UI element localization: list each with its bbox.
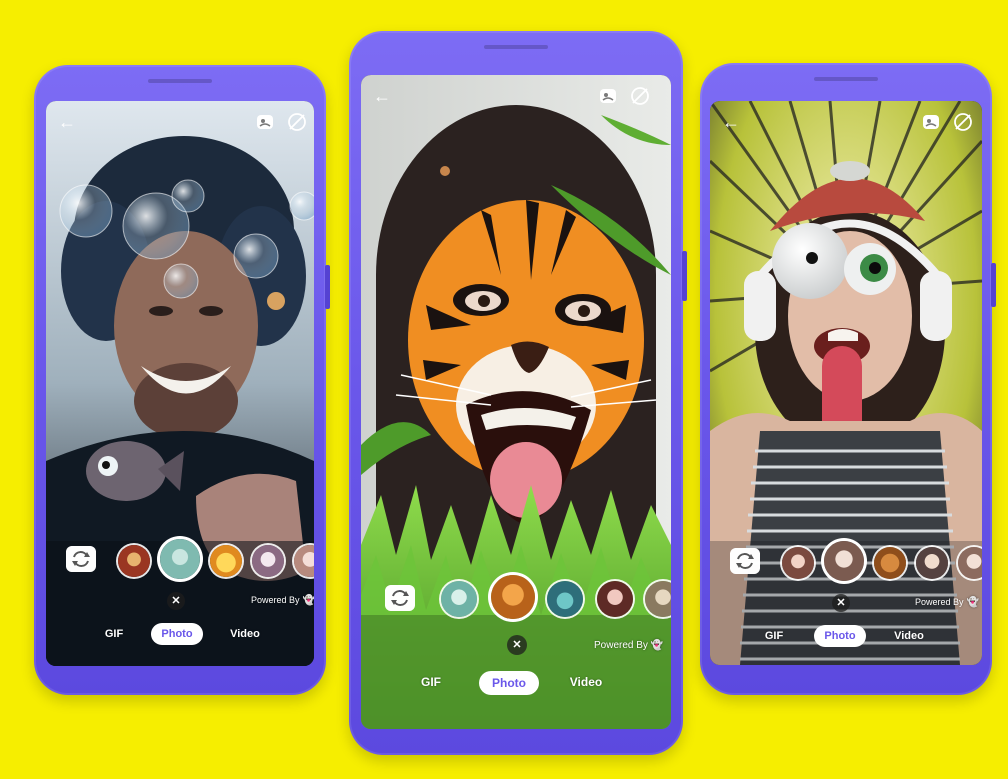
camera-screen-center: ← ✕ Powered By 👻 GIF Photo Video bbox=[361, 75, 671, 729]
camera-top-bar: ← bbox=[361, 75, 671, 115]
powered-by-text: Powered By bbox=[594, 640, 648, 651]
lens-option[interactable] bbox=[118, 545, 150, 577]
camera-preview-tiger-lens bbox=[361, 75, 671, 729]
mode-video[interactable]: Video bbox=[886, 625, 932, 647]
flash-off-icon[interactable] bbox=[286, 111, 308, 133]
snapchat-ghost-icon: 👻 bbox=[966, 597, 979, 608]
powered-by-label: Powered By 👻 bbox=[915, 597, 979, 608]
arrow-left-icon[interactable]: ← bbox=[371, 85, 393, 107]
lens-option[interactable] bbox=[782, 547, 814, 579]
flash-off-icon[interactable] bbox=[952, 111, 974, 133]
close-lens-button[interactable]: ✕ bbox=[167, 592, 185, 610]
close-lens-button[interactable]: ✕ bbox=[507, 635, 527, 655]
snapchat-ghost-icon: 👻 bbox=[650, 640, 664, 651]
lens-option[interactable] bbox=[547, 581, 583, 617]
sticker-icon[interactable] bbox=[920, 111, 942, 133]
mode-gif[interactable]: GIF bbox=[754, 625, 794, 647]
capture-mode-selector: GIF Photo Video bbox=[710, 625, 982, 651]
phone-side-button bbox=[991, 263, 996, 307]
lens-option[interactable] bbox=[252, 545, 284, 577]
flash-off-icon[interactable] bbox=[629, 85, 651, 107]
mode-gif[interactable]: GIF bbox=[94, 623, 134, 645]
promo-background: ← ✕ Powered By 👻 GIF Photo Video ← ✕ Pow… bbox=[0, 0, 1008, 779]
lens-option[interactable] bbox=[597, 581, 633, 617]
mode-photo[interactable]: Photo bbox=[151, 623, 203, 645]
powered-by-label: Powered By 👻 bbox=[251, 595, 314, 606]
lens-option[interactable] bbox=[958, 547, 982, 579]
camera-top-bar: ← bbox=[46, 101, 314, 141]
camera-screen-left: ← ✕ Powered By 👻 GIF Photo Video bbox=[46, 101, 314, 666]
lens-option[interactable] bbox=[441, 581, 477, 617]
mode-video[interactable]: Video bbox=[561, 671, 611, 693]
switch-camera-icon[interactable] bbox=[385, 585, 415, 611]
mode-photo[interactable]: Photo bbox=[814, 625, 866, 647]
lens-option[interactable] bbox=[645, 581, 671, 617]
lens-option-selected[interactable] bbox=[491, 575, 535, 619]
phone-left: ← ✕ Powered By 👻 GIF Photo Video bbox=[34, 65, 330, 695]
capture-mode-selector: GIF Photo Video bbox=[361, 671, 671, 697]
camera-screen-right: ← ✕ Powered By 👻 GIF Photo Video bbox=[710, 101, 982, 665]
phone-speaker bbox=[484, 45, 548, 49]
lens-option[interactable] bbox=[210, 545, 242, 577]
mode-video[interactable]: Video bbox=[222, 623, 268, 645]
lens-carousel bbox=[361, 575, 671, 621]
arrow-left-icon[interactable]: ← bbox=[720, 111, 742, 133]
snapchat-ghost-icon: 👻 bbox=[302, 595, 314, 606]
lens-carousel bbox=[46, 537, 314, 583]
close-lens-button[interactable]: ✕ bbox=[832, 594, 850, 612]
powered-by-text: Powered By bbox=[915, 597, 964, 607]
phone-speaker bbox=[814, 77, 878, 81]
switch-camera-icon[interactable] bbox=[66, 546, 96, 572]
phone-center: ← ✕ Powered By 👻 GIF Photo Video bbox=[349, 31, 687, 755]
lens-option[interactable] bbox=[874, 547, 906, 579]
lens-option-selected[interactable] bbox=[824, 541, 864, 581]
sticker-icon[interactable] bbox=[254, 111, 276, 133]
switch-camera-icon[interactable] bbox=[730, 548, 760, 574]
camera-top-bar: ← bbox=[710, 101, 982, 141]
phone-right: ← ✕ Powered By 👻 GIF Photo Video bbox=[700, 63, 996, 695]
lens-option-selected[interactable] bbox=[160, 539, 200, 579]
sticker-icon[interactable] bbox=[597, 85, 619, 107]
arrow-left-icon[interactable]: ← bbox=[56, 111, 78, 133]
mode-photo[interactable]: Photo bbox=[479, 671, 539, 695]
capture-mode-selector: GIF Photo Video bbox=[46, 623, 314, 649]
lens-carousel bbox=[710, 539, 982, 585]
lens-option[interactable] bbox=[916, 547, 948, 579]
phone-side-button bbox=[682, 251, 687, 301]
powered-by-text: Powered By bbox=[251, 595, 300, 605]
lens-option[interactable] bbox=[294, 545, 314, 577]
powered-by-label: Powered By 👻 bbox=[594, 640, 663, 651]
mode-gif[interactable]: GIF bbox=[411, 671, 451, 693]
phone-side-button bbox=[325, 265, 330, 309]
phone-speaker bbox=[148, 79, 212, 83]
